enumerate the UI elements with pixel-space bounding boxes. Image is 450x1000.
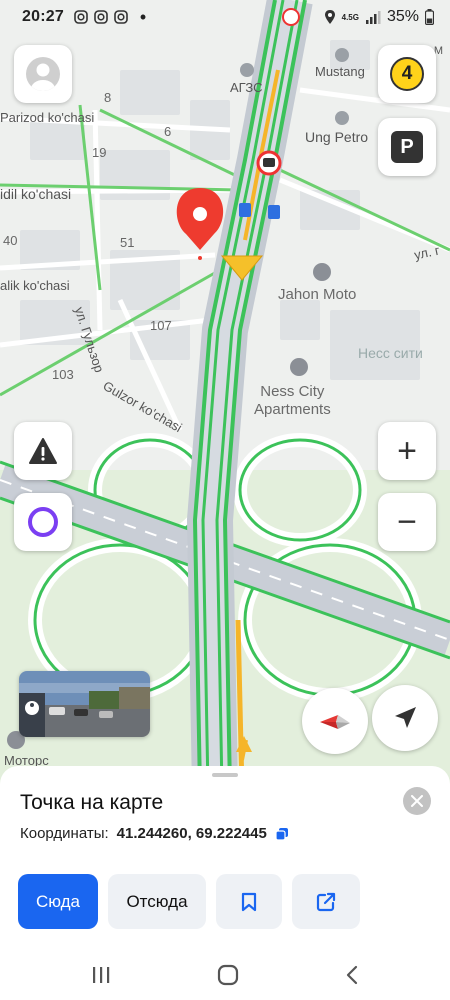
zoom-in-button[interactable]: + [378, 422, 436, 480]
share-button[interactable] [292, 874, 360, 929]
network-type: 4.5G [341, 12, 359, 22]
close-button[interactable] [403, 787, 431, 815]
home-icon[interactable] [217, 964, 239, 986]
house-number: 40 [3, 233, 18, 248]
bookmark-button[interactable] [216, 874, 282, 929]
recents-icon[interactable] [91, 966, 111, 984]
status-bar: 20:27 • 4.5G 35% [0, 0, 450, 34]
close-icon [411, 795, 423, 807]
voice-assistant-button[interactable] [14, 493, 72, 551]
street-label: idil ko'chasi [0, 186, 72, 202]
sheet-drag-handle[interactable] [212, 773, 238, 777]
locate-icon [395, 707, 416, 728]
house-number: 6 [164, 124, 172, 139]
instagram-icon [94, 10, 108, 24]
alice-icon [28, 507, 58, 537]
zoom-out-button[interactable]: − [378, 493, 436, 551]
profile-button[interactable] [14, 45, 72, 103]
clock: 20:27 [22, 8, 64, 25]
house-number: 103 [52, 367, 74, 382]
avatar-icon [26, 57, 60, 91]
instagram-icon [74, 10, 88, 24]
share-icon [316, 892, 336, 911]
alert-icon [29, 438, 57, 464]
house-number: 8 [104, 90, 112, 105]
notification-icons: • [74, 7, 146, 28]
location-icon [324, 10, 335, 24]
house-number: 19 [92, 145, 107, 160]
bookmark-icon [241, 892, 257, 911]
poi-label[interactable]: Ness City Apartments [254, 383, 331, 419]
copy-icon[interactable] [275, 827, 289, 841]
traffic-level-badge: 4 [390, 57, 424, 91]
traffic-button[interactable]: 4 [378, 45, 436, 103]
route-here-button[interactable]: Сюда [18, 874, 98, 929]
instagram-icon [114, 10, 128, 24]
coordinates-label: Координаты: [20, 825, 109, 842]
road-alert-button[interactable] [14, 422, 72, 480]
signal-icon [365, 11, 381, 24]
back-icon[interactable] [345, 965, 359, 985]
route-from-button[interactable]: Отсюда [108, 874, 206, 929]
action-buttons: Сюда Отсюда [18, 874, 360, 929]
street-label: Parizod ko'chasi [0, 110, 95, 125]
house-number: 107 [150, 318, 172, 333]
poi-label[interactable]: АГЗС [230, 80, 263, 95]
coordinates-value[interactable]: 41.244260, 69.222445 [117, 825, 267, 842]
panorama-image [19, 671, 150, 737]
system-navigation-bar [0, 950, 450, 1000]
parking-button[interactable]: P [378, 118, 436, 176]
street-panorama-preview[interactable] [19, 671, 150, 737]
battery-percent: 35% [386, 8, 419, 25]
house-number: 51 [120, 235, 135, 250]
poi-label[interactable]: Mustang [315, 64, 365, 79]
poi-label[interactable]: Несс сити [358, 345, 423, 361]
place-title: Точка на карте [20, 791, 164, 814]
more-notifications-dot: • [139, 6, 147, 27]
compass-icon [320, 715, 350, 729]
parking-icon: P [391, 131, 423, 163]
coordinates-row: Координаты: 41.244260, 69.222445 [20, 825, 289, 842]
compass-button[interactable] [302, 688, 368, 754]
my-location-button[interactable] [372, 685, 438, 751]
poi-label[interactable]: Ung Petro [305, 129, 368, 145]
street-label: alik ko'chasi [0, 278, 70, 293]
battery-icon [425, 9, 434, 25]
system-indicators: 4.5G 35% [324, 8, 434, 26]
poi-label[interactable]: Jahon Moto [278, 286, 356, 304]
